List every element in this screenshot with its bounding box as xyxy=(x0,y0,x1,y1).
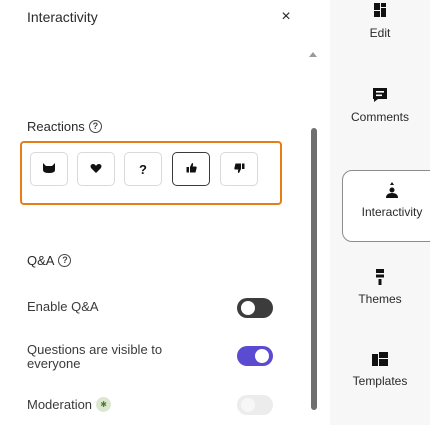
sidebar-item-label: Edit xyxy=(369,26,391,40)
heart-reaction-button[interactable] xyxy=(77,152,115,186)
moderation-label: Moderation xyxy=(27,396,93,412)
question-reaction-button[interactable]: ? xyxy=(124,152,162,186)
scroll-up-arrow-icon[interactable] xyxy=(309,52,317,57)
sidebar-item-themes[interactable]: Themes xyxy=(330,268,430,306)
reactions-heading: Reactions ? xyxy=(27,119,102,134)
cat-face-icon xyxy=(42,162,56,176)
sidebar-item-label: Interactivity xyxy=(361,205,423,219)
sidebar-item-label: Themes xyxy=(358,292,402,306)
reactions-help-icon[interactable]: ? xyxy=(88,120,102,133)
questions-visible-toggle[interactable] xyxy=(237,346,273,366)
right-sidebar: Edit Comments Interactivity Themes Templ xyxy=(330,0,430,425)
qa-label: Q&A xyxy=(27,253,55,268)
cat-reaction-button[interactable] xyxy=(30,152,68,186)
sidebar-item-edit[interactable]: Edit xyxy=(330,2,430,40)
thumbs-down-reaction-button[interactable] xyxy=(220,152,258,186)
thumbs-up-icon xyxy=(186,162,197,176)
close-button[interactable]: × xyxy=(276,7,296,27)
questions-visible-label-line2: everyone xyxy=(27,356,81,371)
heart-icon xyxy=(90,163,102,176)
interactivity-panel: Interactivity × Reactions ? ? Q&A ? Enab… xyxy=(0,0,322,425)
question-icon: ? xyxy=(139,161,147,177)
toggle-knob xyxy=(241,398,255,412)
thumbs-down-icon xyxy=(233,163,245,176)
toggle-knob xyxy=(241,301,255,315)
sidebar-item-templates[interactable]: Templates xyxy=(330,350,430,388)
sidebar-item-comments[interactable]: Comments xyxy=(330,86,430,124)
panel-title: Interactivity xyxy=(27,9,98,25)
interactivity-icon xyxy=(383,181,401,199)
toggle-knob xyxy=(255,349,269,363)
sidebar-item-label: Templates xyxy=(352,374,408,388)
edit-icon xyxy=(371,2,389,20)
enable-qa-toggle[interactable] xyxy=(237,298,273,318)
templates-icon xyxy=(371,350,389,368)
questions-visible-label-line1: Questions are visible to xyxy=(27,342,163,357)
qa-heading: Q&A ? xyxy=(27,253,72,268)
moderation-premium-badge-icon: ✱ xyxy=(96,397,112,412)
comments-icon xyxy=(371,86,389,104)
qa-help-icon[interactable]: ? xyxy=(58,254,72,267)
sidebar-item-label: Comments xyxy=(350,110,409,124)
thumbs-up-reaction-button[interactable] xyxy=(172,152,210,186)
themes-icon xyxy=(371,268,389,286)
app-root: Interactivity × Reactions ? ? Q&A ? Enab… xyxy=(0,0,430,425)
enable-qa-label: Enable Q&A xyxy=(27,299,99,314)
moderation-toggle[interactable] xyxy=(237,395,273,415)
reactions-picker: ? xyxy=(20,141,282,205)
sidebar-item-interactivity[interactable]: Interactivity xyxy=(342,170,430,242)
scrollbar-thumb[interactable] xyxy=(311,128,317,410)
reactions-label: Reactions xyxy=(27,119,85,134)
questions-visible-label: Questions are visible to everyone xyxy=(27,343,162,371)
moderation-row: Moderation ✱ xyxy=(27,396,112,412)
